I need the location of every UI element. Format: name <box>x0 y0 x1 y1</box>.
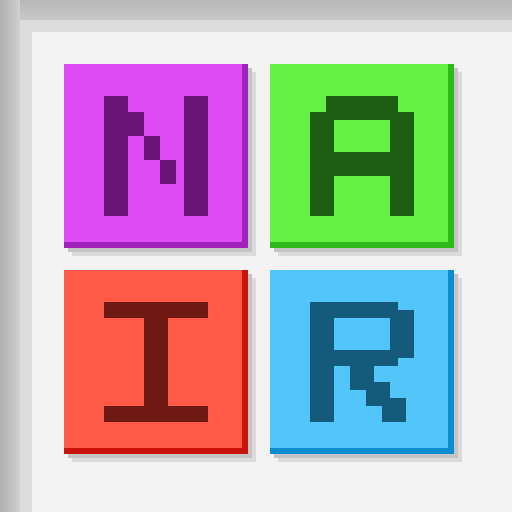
letter-r-glyph: R <box>310 302 414 422</box>
letter-a-glyph: A <box>310 96 414 216</box>
letter-n-glyph: N <box>104 96 208 216</box>
top-bevel <box>0 0 512 20</box>
tile-r[interactable]: R <box>270 270 454 454</box>
letter-tile-grid: N A I <box>64 64 464 464</box>
left-bevel <box>0 0 20 512</box>
tile-i[interactable]: I <box>64 270 248 454</box>
app-window: N A I <box>0 0 512 512</box>
tile-n[interactable]: N <box>64 64 248 248</box>
tile-a[interactable]: A <box>270 64 454 248</box>
letter-i-glyph: I <box>104 302 208 422</box>
